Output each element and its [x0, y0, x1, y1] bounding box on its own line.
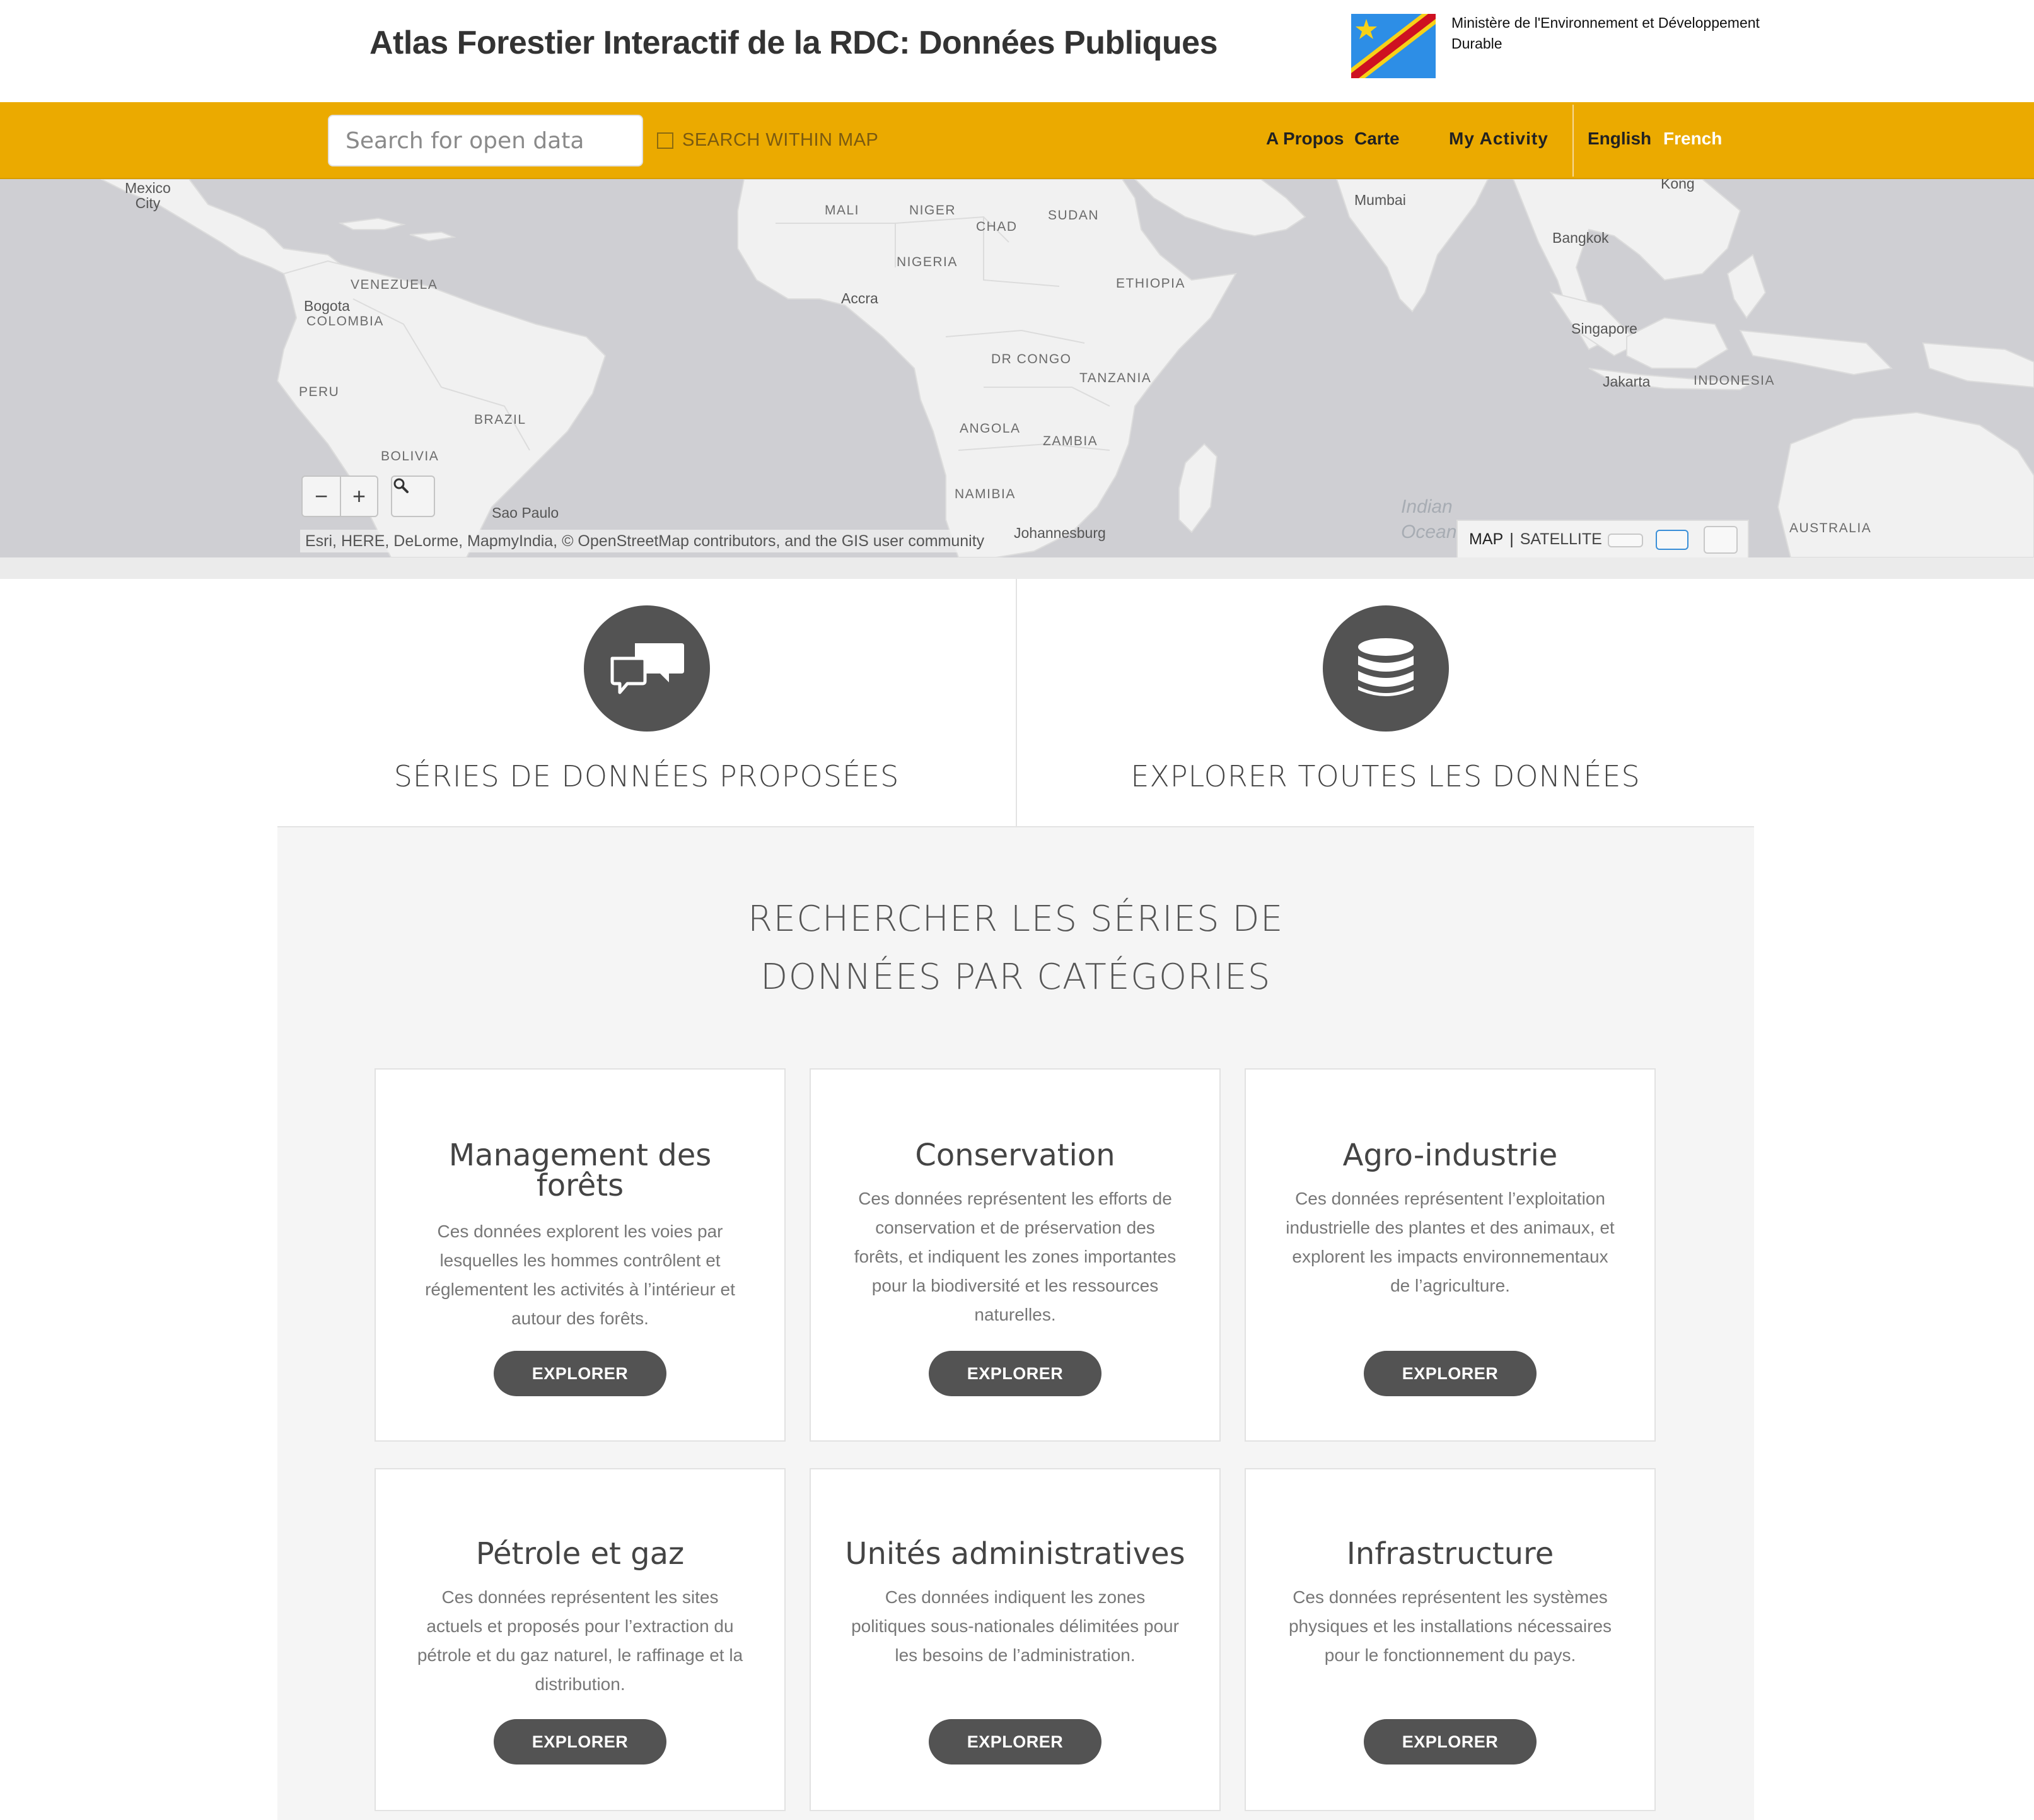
map-label-mexico-city: Mexico City [125, 180, 171, 211]
map-label-johannesburg: Johannesburg [1014, 525, 1106, 541]
zoom-in-button[interactable]: + [339, 477, 377, 516]
map-bottom-strip [0, 557, 2034, 579]
map-label-dr-congo: DR CONGO [991, 352, 1072, 366]
map-label-ethiopia: ETHIOPIA [1116, 276, 1186, 291]
map-label-zambia: ZAMBIA [1043, 434, 1098, 448]
map-label-niger: NIGER [909, 203, 956, 218]
map-label-indian-ocean: Indian Ocean [1401, 496, 1457, 542]
basemap-thumb-satellite[interactable] [1704, 526, 1738, 554]
nav-link-about[interactable]: A Propos [1266, 129, 1344, 149]
explore-button[interactable]: EXPLORER [1364, 1719, 1537, 1765]
magnifier-icon [393, 478, 409, 493]
explore-button[interactable]: EXPLORER [494, 1351, 666, 1396]
map-label-australia: AUSTRALIA [1789, 521, 1872, 535]
map-attribution: Esri, HERE, DeLorme, MapmyIndia, © OpenS… [300, 530, 990, 552]
map-label-sudan: SUDAN [1048, 208, 1100, 223]
search-within-map-toggle[interactable]: SEARCH WITHIN MAP [657, 130, 878, 151]
map-label-singapore: Singapore [1571, 320, 1637, 337]
map-view[interactable]: Mexico City MALI NIGER CHAD SUDAN Mumbai… [0, 179, 2034, 557]
category-description: Ces données représentent l’exploitation … [1286, 1189, 1615, 1295]
basemap-satellite-option[interactable]: SATELLITE [1520, 530, 1602, 549]
category-card-infrastructure[interactable]: Infrastructure Ces données représentent … [1245, 1468, 1656, 1811]
featured-datasets-tile[interactable]: SÉRIES DE DONNÉES PROPOSÉES [277, 579, 1016, 827]
map-label-accra: Accra [841, 290, 878, 306]
category-description: Ces données explorent les voies par lesq… [425, 1222, 735, 1328]
search-within-map-label: SEARCH WITHIN MAP [682, 130, 879, 150]
category-description: Ces données représentent les efforts de … [854, 1189, 1177, 1324]
category-title: Pétrole et gaz [475, 1536, 685, 1572]
map-label-chad: CHAD [976, 219, 1018, 234]
categories-section: RECHERCHER LES SÉRIES DE DONNÉES PAR CAT… [277, 827, 1754, 1820]
basemap-map-option[interactable]: MAP [1469, 530, 1503, 549]
map-label-venezuela: VENEZUELA [351, 277, 438, 292]
chat-bubbles-icon [610, 643, 684, 694]
search-within-map-checkbox[interactable] [657, 132, 673, 149]
categories-heading-line1: RECHERCHER LES SÉRIES DE [748, 899, 1284, 940]
category-title: Unités administratives [845, 1536, 1185, 1572]
category-description: Ces données indiquent les zones politiqu… [851, 1587, 1179, 1665]
map-search-button[interactable] [391, 475, 435, 517]
basemap-thumb-streets[interactable] [1656, 530, 1688, 550]
site-header: Atlas Forestier Interactif de la RDC: Do… [0, 0, 2034, 102]
map-label-tanzania: TANZANIA [1079, 371, 1152, 385]
featured-icon-circle [583, 605, 710, 732]
drc-flag-icon [1351, 14, 1436, 78]
zoom-controls: − + [301, 475, 378, 517]
database-icon [1357, 638, 1414, 696]
category-card-agro-industry[interactable]: Agro-industrie Ces données représentent … [1245, 1068, 1656, 1442]
lang-english[interactable]: English [1588, 129, 1651, 149]
map-label-bogota: Bogota [304, 298, 350, 314]
category-title: Agro-industrie [1342, 1138, 1558, 1173]
map-label-bolivia: BOLIVIA [381, 449, 439, 464]
map-label-bangkok: Bangkok [1552, 230, 1609, 246]
map-label-peru: PERU [299, 385, 340, 399]
map-label-nigeria: NIGERIA [897, 255, 958, 269]
category-card-forest-management[interactable]: Management des forêts Ces données explor… [375, 1068, 786, 1442]
ministry-name: Ministère de l'Environnement et Développ… [1451, 15, 1760, 52]
map-label-colombia: COLOMBIA [306, 314, 384, 329]
basemap-thumb-light[interactable] [1608, 534, 1643, 547]
zoom-out-button[interactable]: − [303, 477, 340, 516]
explore-icon-circle [1322, 605, 1449, 732]
map-label-brazil: BRAZIL [474, 412, 526, 427]
explore-button[interactable]: EXPLORER [929, 1719, 1101, 1765]
explore-button[interactable]: EXPLORER [494, 1719, 666, 1765]
category-description: Ces données représentent les sites actue… [417, 1587, 743, 1694]
map-label-mali: MALI [825, 203, 860, 218]
category-title: Conservation [915, 1138, 1115, 1173]
explore-all-title: EXPLORER TOUTES LES DONNÉES [1130, 759, 1641, 793]
nav-link-my-activity[interactable]: My Activity [1449, 129, 1549, 149]
site-title[interactable]: Atlas Forestier Interactif de la RDC: Do… [369, 24, 1218, 62]
nav-link-map[interactable]: Carte [1354, 129, 1400, 149]
category-description: Ces données représentent les systèmes ph… [1288, 1587, 1612, 1665]
category-title: Management des forêts [448, 1138, 712, 1203]
lang-french[interactable]: French [1663, 129, 1722, 149]
map-label-indonesia: INDONESIA [1694, 373, 1775, 388]
featured-datasets-title: SÉRIES DE DONNÉES PROPOSÉES [393, 759, 900, 793]
category-card-administrative-units[interactable]: Unités administratives Ces données indiq… [810, 1468, 1221, 1811]
explore-button[interactable]: EXPLORER [929, 1351, 1101, 1396]
basemap-separator: | [1509, 530, 1514, 548]
map-label-namibia: NAMIBIA [955, 487, 1016, 501]
nav-bar: SEARCH WITHIN MAP A Propos Carte My Acti… [0, 102, 2034, 179]
category-title: Infrastructure [1346, 1536, 1554, 1572]
categories-heading: RECHERCHER LES SÉRIES DE DONNÉES PAR CAT… [277, 890, 1754, 1006]
category-card-oil-gas[interactable]: Pétrole et gaz Ces données représentent … [375, 1468, 786, 1811]
categories-heading-line2: DONNÉES PAR CATÉGORIES [760, 957, 1271, 998]
search-input[interactable] [328, 115, 643, 166]
explore-all-tile[interactable]: EXPLORER TOUTES LES DONNÉES [1017, 579, 1754, 827]
map-label-mumbai: Mumbai [1354, 192, 1406, 208]
map-label-angola: ANGOLA [960, 421, 1021, 436]
map-label-kong: Kong [1661, 179, 1695, 192]
explore-button[interactable]: EXPLORER [1364, 1351, 1537, 1396]
map-label-sao-paulo: Sao Paulo [492, 505, 559, 521]
category-card-conservation[interactable]: Conservation Ces données représentent le… [810, 1068, 1221, 1442]
basemap-switcher: MAP | SATELLITE [1456, 520, 1749, 557]
nav-divider [1572, 105, 1574, 177]
map-label-jakarta: Jakarta [1603, 373, 1651, 390]
